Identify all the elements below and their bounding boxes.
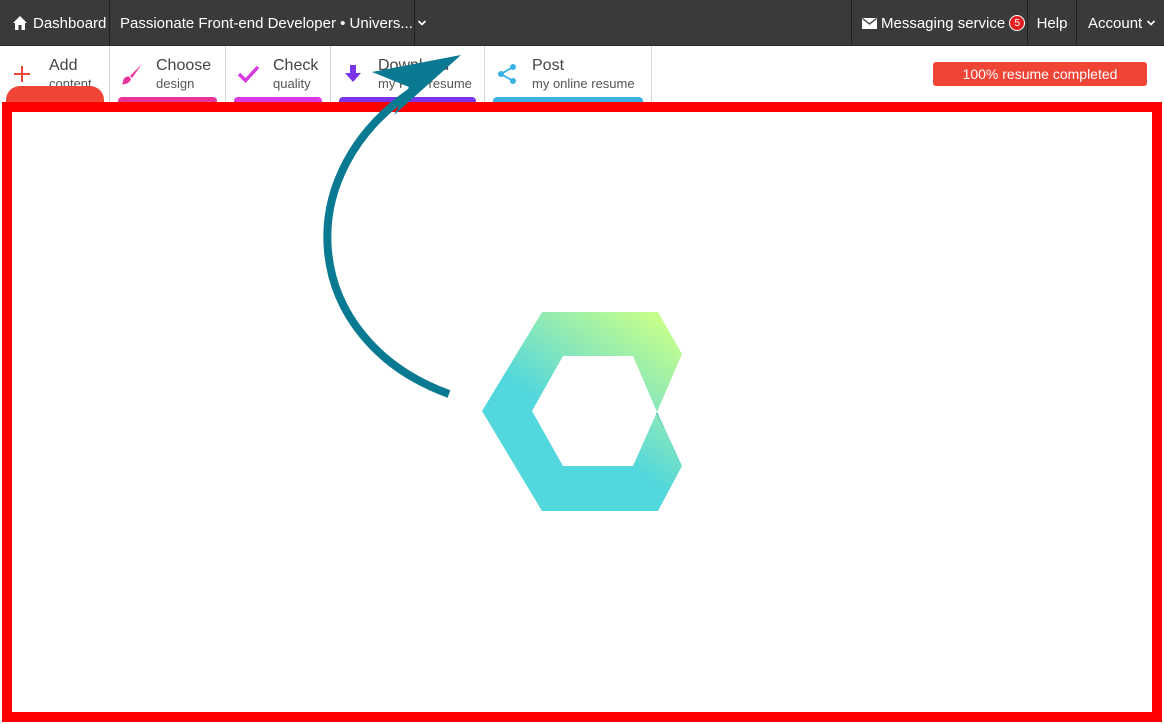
add-title: Add (49, 57, 78, 74)
add-active-tab (6, 86, 104, 102)
check-title: Check (273, 57, 319, 74)
download-icon (345, 65, 361, 82)
post-subtitle: my online resume (532, 76, 635, 91)
resume-title: Passionate Front-end Developer • Univers… (120, 14, 413, 32)
home-icon (13, 16, 27, 30)
check-quality-button[interactable]: Check quality (226, 46, 331, 102)
message-count-badge: 5 (1009, 15, 1026, 31)
download-title: Download (378, 57, 450, 74)
progress-label: 100% resume completed (962, 66, 1118, 82)
choose-design-button[interactable]: Choose design (110, 46, 226, 102)
check-icon (237, 65, 260, 83)
choose-title: Choose (156, 57, 212, 74)
post-title: Post (532, 57, 565, 74)
chevron-down-icon (417, 20, 426, 26)
help-label: Help (1036, 14, 1068, 32)
dashboard-link[interactable]: Dashboard (0, 0, 110, 46)
messaging-label: Messaging service (881, 14, 1006, 32)
account-menu[interactable]: Account (1077, 0, 1164, 46)
top-navigation-bar: Dashboard Passionate Front-end Developer… (0, 0, 1164, 46)
resume-progress-badge: 100% resume completed (933, 62, 1147, 86)
account-label: Account (1088, 14, 1143, 32)
help-link[interactable]: Help (1028, 0, 1077, 46)
choose-subtitle: design (156, 76, 195, 91)
download-pdf-button[interactable]: Download my PDF resume (331, 46, 485, 102)
envelope-icon (862, 17, 877, 29)
add-content-button[interactable]: Add content (0, 46, 110, 102)
messaging-service-button[interactable]: Messaging service 5 (851, 0, 1028, 46)
post-online-button[interactable]: Post my online resume (485, 46, 652, 102)
brush-icon (121, 64, 142, 85)
check-subtitle: quality (273, 76, 311, 91)
download-subtitle: my PDF resume (378, 76, 472, 91)
content-frame (2, 102, 1162, 722)
resume-selector[interactable]: Passionate Front-end Developer • Univers… (110, 0, 426, 46)
dashboard-label: Dashboard (33, 14, 107, 32)
share-icon (498, 64, 516, 84)
plus-icon (14, 66, 30, 82)
chevron-down-icon (1147, 20, 1156, 26)
